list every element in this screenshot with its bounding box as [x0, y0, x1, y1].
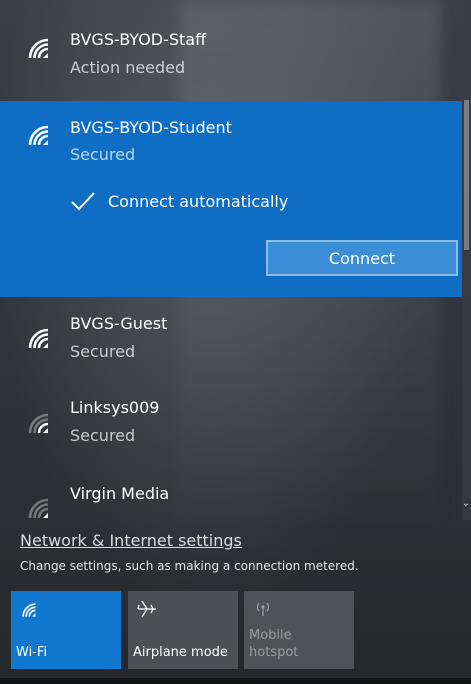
network-ssid: Linksys009 — [70, 398, 160, 417]
scrollbar-thumb[interactable] — [464, 100, 469, 250]
hotspot-icon — [256, 602, 270, 616]
tile-label: Wi-Fi — [16, 645, 48, 660]
checkmark-icon — [71, 192, 95, 211]
network-status: Action needed — [70, 58, 186, 77]
connect-button[interactable]: Connect — [266, 240, 458, 276]
network-list[interactable]: BVGS-BYOD-Staff Action needed BVGS-BYOD-… — [0, 0, 462, 520]
scroll-down-arrow-icon[interactable]: ⌄ — [461, 498, 471, 512]
network-status: Secured — [70, 342, 136, 361]
network-list-scrollbar[interactable] — [462, 0, 471, 520]
wifi-signal-weak-icon — [28, 498, 49, 519]
wifi-icon — [22, 603, 36, 617]
taskbar — [0, 678, 471, 684]
connect-automatically-label: Connect automatically — [108, 191, 289, 211]
network-status: Secured — [70, 145, 136, 164]
network-item-bvgs-byod-student[interactable]: BVGS-BYOD-Student Secured Connect automa… — [0, 101, 462, 297]
network-flyout: BVGS-BYOD-Staff Action needed BVGS-BYOD-… — [0, 0, 471, 684]
wifi-signal-icon — [28, 328, 49, 349]
wifi-toggle-tile[interactable]: Wi-Fi — [11, 591, 121, 669]
wifi-signal-weak-icon — [28, 413, 49, 434]
connect-automatically-checkbox[interactable]: Connect automatically — [70, 189, 288, 213]
network-ssid: Virgin Media — [70, 484, 170, 503]
network-item-bvgs-guest[interactable]: BVGS-Guest Secured — [0, 300, 462, 380]
airplane-icon — [137, 600, 156, 618]
tile-label: Airplane mode — [133, 645, 228, 660]
network-item-virgin-media[interactable]: Virgin Media — [0, 470, 462, 520]
network-item-linksys009[interactable]: Linksys009 Secured — [0, 385, 462, 465]
wifi-signal-icon — [28, 38, 49, 59]
network-ssid: BVGS-Guest — [70, 314, 168, 333]
settings-description: Change settings, such as making a connec… — [20, 559, 359, 573]
mobile-hotspot-tile: Mobile hotspot — [244, 591, 354, 669]
network-item-bvgs-byod-staff[interactable]: BVGS-BYOD-Staff Action needed — [0, 18, 462, 98]
network-internet-settings-link[interactable]: Network & Internet settings — [20, 531, 242, 550]
wifi-signal-icon — [28, 125, 49, 146]
airplane-mode-tile[interactable]: Airplane mode — [128, 591, 238, 669]
network-ssid: BVGS-BYOD-Student — [70, 118, 232, 137]
tile-label: Mobile hotspot — [249, 628, 299, 660]
network-ssid: BVGS-BYOD-Staff — [70, 30, 207, 49]
network-status: Secured — [70, 426, 136, 445]
